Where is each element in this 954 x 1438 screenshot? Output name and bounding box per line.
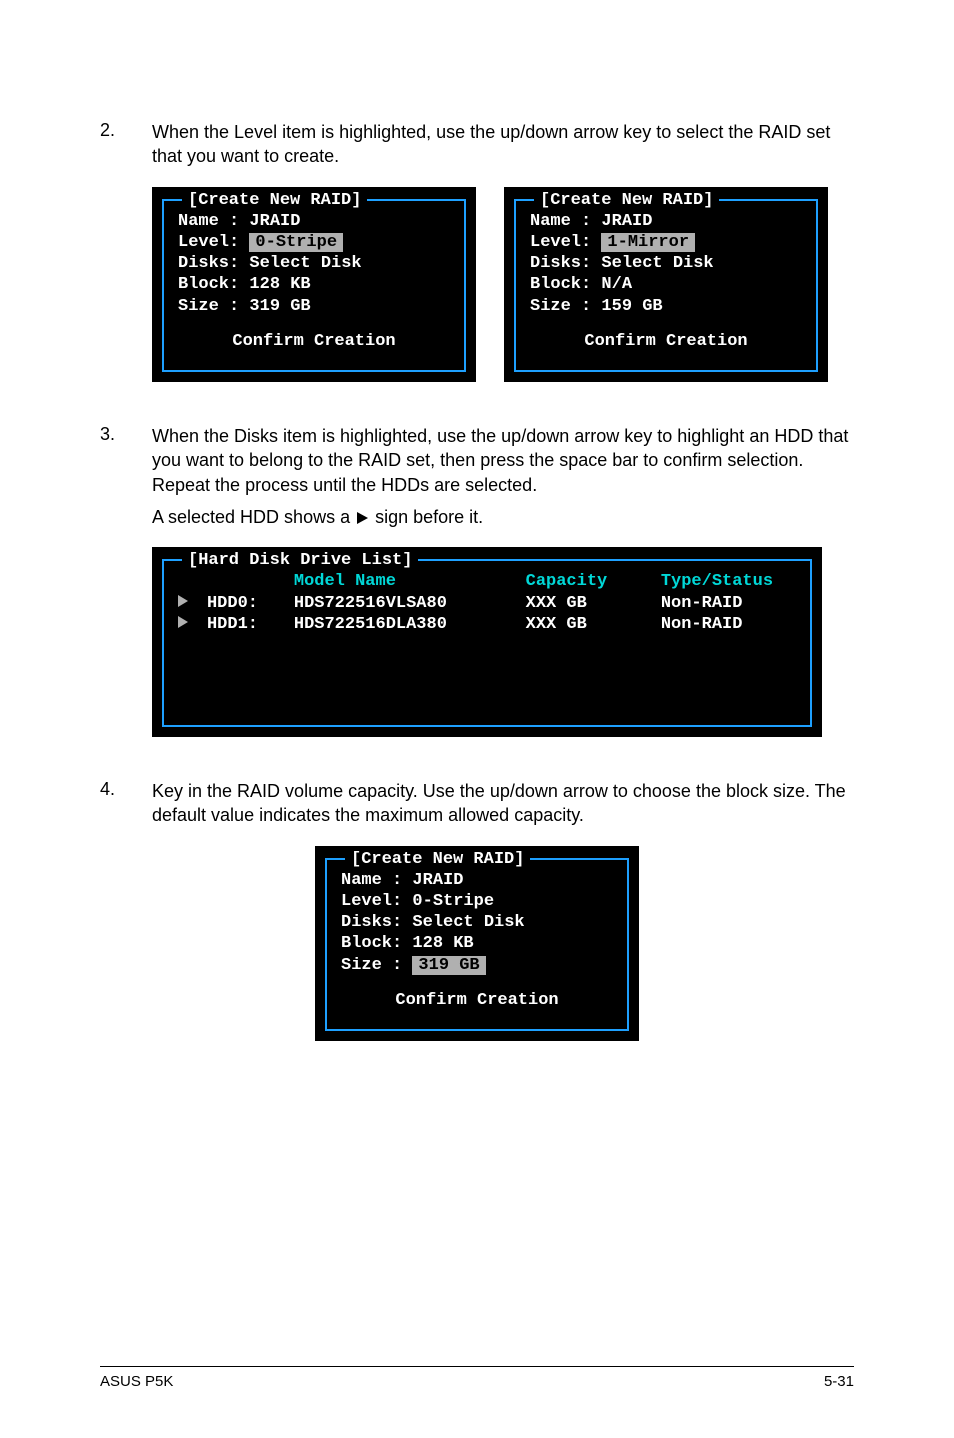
step-3: 3. When the Disks item is highlighted, u… xyxy=(100,424,854,529)
panel-title: [Create New RAID] xyxy=(345,849,530,870)
step-3-main: When the Disks item is highlighted, use … xyxy=(152,426,848,495)
step-text: When the Level item is highlighted, use … xyxy=(152,120,854,169)
raid-disks-line: Disks: Select Disk xyxy=(341,912,613,933)
col-type-header: Type/Status xyxy=(661,571,796,592)
fieldset: [Create New RAID] Name : JRAID Level: 1-… xyxy=(514,199,818,373)
hdd-type: Non-RAID xyxy=(661,593,796,614)
hdd-header-row: Model Name Capacity Type/Status xyxy=(178,571,796,592)
confirm-creation: Confirm Creation xyxy=(530,331,802,352)
panel-title: [Hard Disk Drive List] xyxy=(182,550,418,571)
step-3-sub: A selected HDD shows a sign before it. xyxy=(152,505,854,529)
size-value: 319 GB xyxy=(412,956,485,975)
raid-disks-line: Disks: Select Disk xyxy=(178,253,450,274)
confirm-creation: Confirm Creation xyxy=(341,990,613,1011)
step-text: Key in the RAID volume capacity. Use the… xyxy=(152,779,854,828)
panel-title: [Create New RAID] xyxy=(182,190,367,211)
step-text: When the Disks item is highlighted, use … xyxy=(152,424,854,529)
hdd-row: HDD0: HDS722516VLSA80 XXX GB Non-RAID xyxy=(178,593,796,614)
raid-level-line: Level: 0-Stripe xyxy=(178,232,450,253)
footer-left: ASUS P5K xyxy=(100,1373,173,1390)
raid-name-line: Name : JRAID xyxy=(530,211,802,232)
page-footer: ASUS P5K 5-31 xyxy=(100,1366,854,1390)
hdd-capacity: XXX GB xyxy=(526,593,661,614)
terminal-pair: [Create New RAID] Name : JRAID Level: 0-… xyxy=(152,187,854,383)
document-page: 2. When the Level item is highlighted, u… xyxy=(0,0,954,1438)
raid-block-line: Block: N/A xyxy=(530,274,802,295)
raid-level-line: Level: 0-Stripe xyxy=(341,891,613,912)
hdd-row: HDD1: HDS722516DLA380 XXX GB Non-RAID xyxy=(178,614,796,635)
panel-title: [Create New RAID] xyxy=(534,190,719,211)
size-label: Size : xyxy=(341,956,402,975)
fieldset: [Create New RAID] Name : JRAID Level: 0-… xyxy=(162,199,466,373)
hdd-id: HDD0: xyxy=(207,593,294,614)
raid-name-line: Name : JRAID xyxy=(178,211,450,232)
step-4: 4. Key in the RAID volume capacity. Use … xyxy=(100,779,854,828)
col-capacity-header: Capacity xyxy=(526,571,661,592)
create-raid-panel-a: [Create New RAID] Name : JRAID Level: 0-… xyxy=(152,187,476,383)
level-value: 0-Stripe xyxy=(249,233,343,252)
selected-indicator-icon xyxy=(178,614,207,635)
level-label: Level: xyxy=(530,233,591,252)
sub-after: sign before it. xyxy=(370,507,483,527)
selected-indicator-icon xyxy=(178,593,207,614)
hdd-model: HDS722516DLA380 xyxy=(294,614,526,635)
create-raid-panel-c: [Create New RAID] Name : JRAID Level: 0-… xyxy=(315,846,639,1042)
hdd-id-header xyxy=(207,571,294,592)
footer-right: 5-31 xyxy=(824,1373,854,1390)
level-value: 1-Mirror xyxy=(601,233,695,252)
step-number: 2. xyxy=(100,120,152,141)
raid-block-line: Block: 128 KB xyxy=(341,933,613,954)
hdd-list-panel: [Hard Disk Drive List] Model Name Capaci… xyxy=(152,547,854,737)
raid-size-line: Size : 159 GB xyxy=(530,296,802,317)
create-raid-panel-c-wrapper: [Create New RAID] Name : JRAID Level: 0-… xyxy=(100,846,854,1042)
step-number: 3. xyxy=(100,424,152,445)
col-model-header: Model Name xyxy=(294,571,526,592)
sub-before: A selected HDD shows a xyxy=(152,507,355,527)
raid-size-line: Size : 319 GB xyxy=(178,296,450,317)
fieldset: [Hard Disk Drive List] Model Name Capaci… xyxy=(162,559,812,727)
hdd-model: HDS722516VLSA80 xyxy=(294,593,526,614)
hdd-capacity: XXX GB xyxy=(526,614,661,635)
step-2: 2. When the Level item is highlighted, u… xyxy=(100,120,854,169)
play-icon xyxy=(357,512,368,524)
hdd-arrow-header xyxy=(178,571,207,592)
step-number: 4. xyxy=(100,779,152,800)
level-label: Level: xyxy=(178,233,239,252)
hdd-id: HDD1: xyxy=(207,614,294,635)
raid-block-line: Block: 128 KB xyxy=(178,274,450,295)
confirm-creation: Confirm Creation xyxy=(178,331,450,352)
raid-level-line: Level: 1-Mirror xyxy=(530,232,802,253)
fieldset: [Create New RAID] Name : JRAID Level: 0-… xyxy=(325,858,629,1032)
raid-disks-line: Disks: Select Disk xyxy=(530,253,802,274)
raid-name-line: Name : JRAID xyxy=(341,870,613,891)
raid-size-line: Size : 319 GB xyxy=(341,955,613,976)
create-raid-panel-b: [Create New RAID] Name : JRAID Level: 1-… xyxy=(504,187,828,383)
hdd-type: Non-RAID xyxy=(661,614,796,635)
